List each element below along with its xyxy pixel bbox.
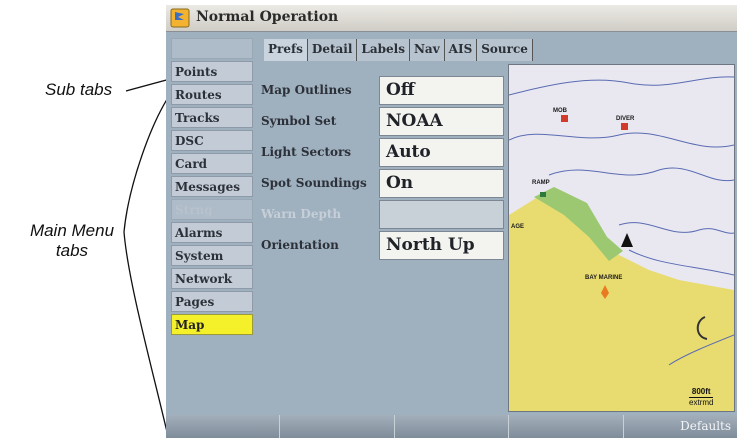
chartplotter-screen: Normal Operation Prefs Detail Labels Nav…: [166, 5, 737, 438]
map-outlines-label: Map Outlines: [261, 83, 352, 97]
symbol-set-label: Symbol Set: [261, 114, 337, 128]
light-sectors-label: Light Sectors: [261, 145, 352, 159]
light-sectors-field[interactable]: Auto: [379, 138, 504, 167]
menu-item-alarms[interactable]: Alarms: [171, 222, 253, 243]
scale-value: 800ft: [689, 387, 714, 398]
main-menu: Points Routes Tracks DSC Card Messages S…: [171, 38, 253, 337]
ramp-icon: [540, 192, 546, 197]
menu-item-strng: Strng: [171, 199, 253, 220]
map-label-bay-marine: BAY MARINE: [585, 275, 622, 281]
diver-icon: [621, 123, 628, 130]
softkey-4[interactable]: [509, 415, 624, 438]
garmin-flag-icon: [170, 8, 190, 28]
menu-item-network[interactable]: Network: [171, 268, 253, 289]
softkey-3[interactable]: [394, 415, 510, 438]
defaults-button[interactable]: Defaults: [623, 415, 737, 438]
setting-row-light-sectors: Light Sectors Auto: [261, 138, 506, 169]
softkey-1[interactable]: [166, 415, 281, 438]
map-outlines-field[interactable]: Off: [379, 76, 504, 105]
window-title: Normal Operation: [196, 9, 339, 25]
menu-item-dsc[interactable]: DSC: [171, 130, 253, 151]
menu-item-map[interactable]: Map: [171, 314, 253, 335]
tab-ais[interactable]: AIS: [444, 39, 478, 61]
orientation-label: Orientation: [261, 238, 339, 252]
setting-row-symbol-set: Symbol Set NOAA: [261, 107, 506, 138]
mob-icon: [561, 115, 568, 122]
map-label-age: AGE: [511, 224, 524, 230]
map-prefs-settings: Map Outlines Off Symbol Set NOAA Light S…: [261, 76, 506, 262]
menu-item-messages[interactable]: Messages: [171, 176, 253, 197]
menu-item-blank: [171, 38, 253, 59]
warn-depth-field: [379, 200, 504, 229]
title-bar: Normal Operation: [166, 5, 737, 32]
map-scale: 800ft extrmd: [689, 387, 714, 408]
setting-row-spot-soundings: Spot Soundings On: [261, 169, 506, 200]
menu-item-pages[interactable]: Pages: [171, 291, 253, 312]
menu-item-points[interactable]: Points: [171, 61, 253, 82]
tab-labels[interactable]: Labels: [357, 39, 410, 61]
menu-item-system[interactable]: System: [171, 245, 253, 266]
menu-item-routes[interactable]: Routes: [171, 84, 253, 105]
menu-item-tracks[interactable]: Tracks: [171, 107, 253, 128]
map-preview[interactable]: MOB DIVER RAMP AGE BAY MARINE 800ft extr…: [508, 64, 735, 412]
setting-row-map-outlines: Map Outlines Off: [261, 76, 506, 107]
symbol-set-field[interactable]: NOAA: [379, 107, 504, 136]
orientation-field[interactable]: North Up: [379, 231, 504, 260]
map-label-diver: DIVER: [616, 116, 635, 122]
menu-item-card[interactable]: Card: [171, 153, 253, 174]
map-label-ramp: RAMP: [532, 180, 550, 186]
map-label-mob: MOB: [553, 108, 568, 114]
tab-nav[interactable]: Nav: [409, 39, 445, 61]
chart-graphic: MOB DIVER RAMP AGE BAY MARINE: [509, 65, 734, 411]
scale-mode: extrmd: [689, 398, 714, 407]
tab-detail[interactable]: Detail: [307, 39, 358, 61]
tab-prefs[interactable]: Prefs: [264, 39, 308, 61]
softkey-2[interactable]: [280, 415, 395, 438]
setting-row-warn-depth: Warn Depth: [261, 200, 506, 231]
tab-source[interactable]: Source: [477, 39, 533, 61]
sub-tab-bar: Prefs Detail Labels Nav AIS Source: [264, 39, 533, 61]
softkey-bar: Defaults: [166, 415, 737, 438]
warn-depth-label: Warn Depth: [261, 207, 342, 221]
spot-soundings-field[interactable]: On: [379, 169, 504, 198]
spot-soundings-label: Spot Soundings: [261, 176, 367, 190]
setting-row-orientation: Orientation North Up: [261, 231, 506, 262]
